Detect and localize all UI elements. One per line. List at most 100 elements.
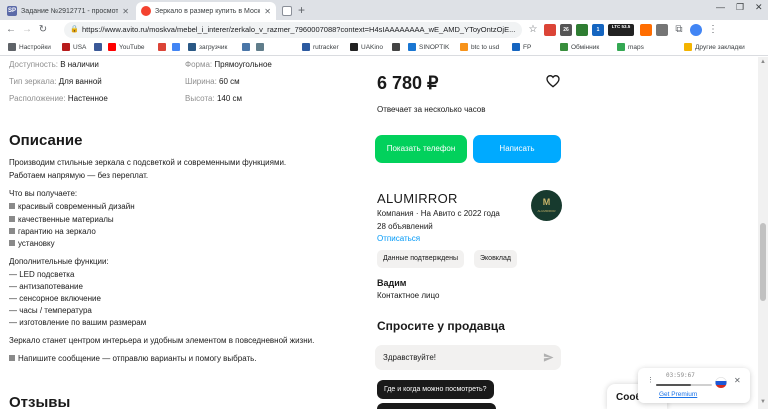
bookmark-star-icon[interactable]: ☆ [526,23,540,37]
price: 6 780 ₽ [377,73,439,93]
tab-avito[interactable]: Зеркало в размер купить в Моск ✕ [136,2,276,20]
param-width: Ширина: 60 см [185,77,240,86]
forward-icon[interactable]: → [20,23,34,37]
new-tab-icon[interactable]: + [298,3,305,17]
extension-icon[interactable] [656,24,668,36]
sp-favicon-icon: SP [7,6,17,16]
folder-icon [62,43,70,51]
reload-icon[interactable]: ↻ [36,23,50,37]
unsubscribe-link[interactable]: Отписаться [377,234,420,243]
menu-icon[interactable]: ⋮ [706,23,720,37]
progress-bar[interactable] [656,384,712,386]
function-item: — изготовление по вашим размерам [9,318,147,327]
tab-title: Задание №2912771 - просмотр з [21,7,119,15]
bookmark-other[interactable]: Другие закладки [684,43,745,51]
close-tab-icon[interactable]: ✕ [122,7,129,16]
extension-icon[interactable] [576,24,588,36]
bullet-icon [9,355,15,361]
contact-name: Вадим [377,278,407,288]
seller-logo[interactable]: M ALUMIRROR [531,190,562,221]
extension-icon[interactable] [640,24,652,36]
facebook-icon [94,43,102,51]
send-icon[interactable] [543,352,554,363]
write-message-button[interactable]: Написать [473,135,561,163]
show-phone-button[interactable]: Показать телефон [375,135,467,163]
profile-avatar-icon[interactable] [690,24,702,36]
contact-role: Контактное лицо [377,291,440,300]
bookmark-fp[interactable]: FP [512,43,531,51]
russia-flag-icon[interactable] [715,376,727,388]
bullet-icon [9,240,15,246]
globe-icon [256,43,264,51]
get-premium-link[interactable]: Get Premium [659,391,697,398]
extension-icon[interactable]: 1 [592,24,604,36]
tab-bar: SP Задание №2912771 - просмотр з ✕ Зерка… [0,0,768,20]
close-icon[interactable]: ✕ [734,376,741,385]
reply-time: Отвечает за несколько часов [377,105,486,114]
function-item: — LED подсветка [9,270,75,279]
page-favicon-icon [282,6,292,16]
bookmark-settings[interactable]: Настройки [8,43,51,51]
feature-item: установку [9,239,55,248]
bookmark-exchanger[interactable]: Обмінник [560,43,599,51]
ask-seller-input[interactable]: Здравствуйте! [375,345,561,370]
bullet-icon [9,228,15,234]
scrollbar-thumb[interactable] [760,223,766,301]
param-shape: Форма: Прямоугольное [185,60,272,69]
close-tab-icon[interactable]: ✕ [264,7,271,16]
bookmark-youtube[interactable]: YouTube [108,43,145,51]
bookmark-facebook[interactable] [94,43,105,51]
scroll-down-icon[interactable]: ▼ [760,399,766,405]
eco-contribution-badge[interactable]: Эковклад [474,250,517,268]
bookmark-uakino[interactable]: UAKino [350,43,383,51]
description-line: Производим стильные зеркала с подсветкой… [9,158,287,167]
bookmark-site[interactable] [256,43,267,51]
bookmark-sinoptik[interactable]: SINOPTIK [408,43,449,51]
seller-name[interactable]: ALUMIRROR [377,191,458,206]
description-line: Что вы получаете: [9,189,78,198]
verified-data-badge[interactable]: Данные подтверждены [377,250,465,268]
param-availability: Доступность: В наличии [9,60,99,69]
youtube-icon [108,43,116,51]
fp-icon [512,43,520,51]
vertical-scrollbar[interactable]: ▲ ▼ [758,57,768,409]
feature-item: качественные материалы [9,215,114,224]
close-window-icon[interactable]: ✕ [755,2,763,13]
bookmark-maps[interactable]: maps [617,43,644,51]
bookmark-rutracker[interactable]: rutracker [302,43,339,51]
function-item: — часы / температура [9,306,92,315]
favorite-heart-icon[interactable] [545,73,561,89]
quick-question-button[interactable]: Где и когда можно посмотреть? [377,380,494,399]
function-item: — антизапотевание [9,282,83,291]
avito-favicon-icon [141,6,151,16]
uakino-icon [350,43,358,51]
bookmark-site[interactable] [392,43,403,51]
tab-blank[interactable] [278,2,296,20]
param-placement: Расположение: Настенное [9,94,108,103]
scroll-up-icon[interactable]: ▲ [760,59,766,65]
quick-question-button[interactable] [377,403,496,409]
bullet-icon [9,216,15,222]
bookmark-usa[interactable]: USA [62,43,86,51]
ltc-ticker-extension-icon[interactable]: LTC 53.5 [608,24,634,36]
bookmark-vk[interactable] [242,43,253,51]
bookmark-btc[interactable]: btc to usd [460,43,499,51]
maximize-icon[interactable]: ❐ [736,2,744,13]
bookmark-gmail[interactable] [158,43,169,51]
extension-icon[interactable]: 26 [560,24,572,36]
browser-toolbar: ← → ↻ 🔒 https://www.avito.ru/moskva/mebe… [0,20,768,40]
more-options-icon[interactable]: ⋮ [647,376,654,384]
tab-task[interactable]: SP Задание №2912771 - просмотр з ✕ [2,2,134,20]
exchange-icon [560,43,568,51]
extensions-puzzle-icon[interactable]: ⧉ [672,23,686,37]
extension-icon[interactable] [544,24,556,36]
bookmark-downloader[interactable]: загрузчик [188,43,227,51]
minimize-icon[interactable]: — [716,2,725,12]
maps-pin-icon [617,43,625,51]
bookmark-google[interactable] [172,43,183,51]
seller-ads-count[interactable]: 28 объявлений [377,222,433,231]
bullet-icon [9,203,15,209]
tab-title: Зеркало в размер купить в Моск [155,7,261,15]
back-icon[interactable]: ← [4,23,18,37]
address-bar[interactable]: 🔒 https://www.avito.ru/moskva/mebel_i_in… [64,22,522,38]
